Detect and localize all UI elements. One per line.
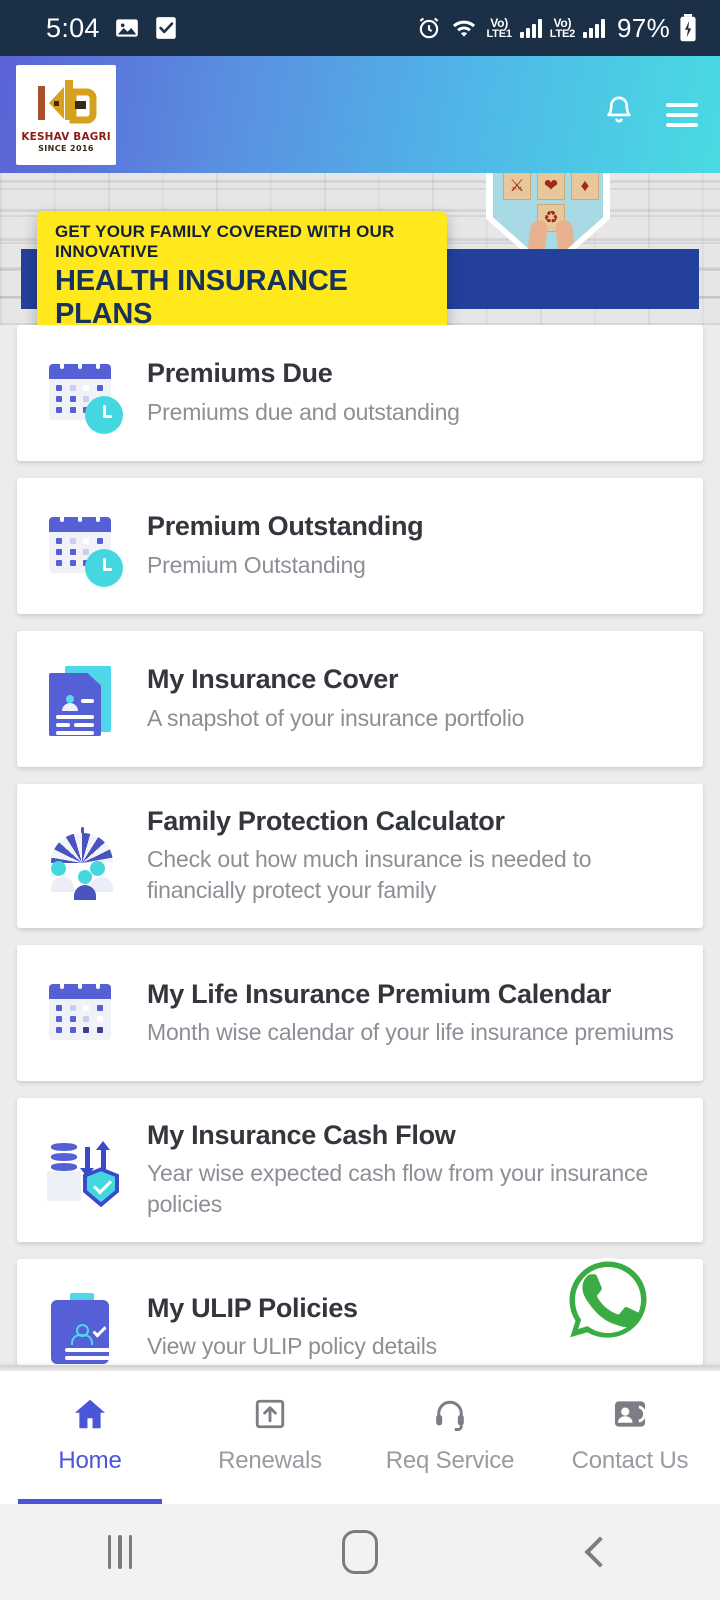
app-header: KESHAV BAGRI SINCE 2016 (0, 56, 720, 173)
battery-icon (678, 14, 698, 42)
card-title: My Life Insurance Premium Calendar (147, 978, 611, 1009)
sim2-signal-icon (583, 18, 606, 38)
status-bar-right: Vo) LTE1 Vo) LTE2 97% (416, 13, 698, 44)
battery-percent: 97% (617, 12, 670, 43)
card-premiums-due[interactable]: Premiums Due Premiums due and outstandin… (17, 325, 703, 461)
status-bar-left: 5:04 (46, 13, 178, 44)
image-icon (114, 15, 140, 41)
app-header-actions (602, 94, 698, 135)
checkbox-icon (154, 15, 178, 41)
umbrella-family-icon (43, 817, 121, 901)
nav-label: Renewals (218, 1447, 322, 1474)
nav-label: Contact Us (571, 1447, 689, 1474)
app-logo[interactable]: KESHAV BAGRI SINCE 2016 (16, 64, 116, 165)
card-desc: Premium Outstanding (147, 551, 366, 578)
bell-icon[interactable] (602, 94, 636, 135)
nav-item-contact-us[interactable]: Contact Us (540, 1365, 720, 1504)
card-desc: Premiums due and outstanding (147, 398, 460, 425)
nav-item-home[interactable]: Home (0, 1365, 180, 1504)
nav-item-renewals[interactable]: Renewals (180, 1365, 360, 1504)
sim1-volte-indicator: Vo) LTE1 (486, 15, 512, 40)
logo-since: SINCE 2016 (38, 144, 94, 153)
calendar-icon (43, 974, 121, 1052)
home-circle-icon[interactable] (315, 1522, 405, 1582)
clipboard-person-check-icon (43, 1288, 121, 1365)
card-title: Premium Outstanding (147, 511, 424, 542)
nav-item-req-service[interactable]: Req Service (360, 1365, 540, 1504)
hamburger-icon[interactable] (666, 102, 698, 127)
nav-label: Req Service (385, 1447, 515, 1474)
card-desc: A snapshot of your insurance portfolio (147, 704, 525, 731)
promo-banner[interactable]: ⚔ ❤ ♦ ♻ GET YOUR FAMILY COVERED WITH OUR… (0, 173, 720, 325)
banner-subtitle: GET YOUR FAMILY COVERED WITH OUR INNOVAT… (55, 222, 395, 261)
card-my-insurance-cover[interactable]: My Insurance Cover A snapshot of your in… (17, 631, 703, 767)
nav-label: Home (58, 1447, 122, 1474)
home-icon (70, 1394, 110, 1434)
contacts-icon (610, 1394, 650, 1434)
whatsapp-icon[interactable] (558, 1250, 658, 1350)
card-my-insurance-cash-flow[interactable]: My Insurance Cash Flow Year wise expecte… (17, 1098, 703, 1243)
sim2-volte-indicator: Vo) LTE2 (549, 15, 576, 40)
logo-name: KESHAV BAGRI (21, 130, 111, 143)
banner-title: HEALTH INSURANCE PLANS (55, 265, 348, 325)
alarm-icon (416, 15, 442, 41)
recents-icon[interactable] (75, 1522, 165, 1582)
stethoscope-icon: ♦ (571, 173, 599, 200)
card-desc: Check out how much insurance is needed t… (147, 846, 592, 904)
card-title: Family Protection Calculator (147, 806, 505, 836)
calendar-clock-icon (43, 354, 123, 434)
document-profile-icon (43, 660, 121, 738)
upload-box-icon (250, 1394, 290, 1434)
calendar-clock-icon (43, 507, 123, 587)
card-family-protection-calculator[interactable]: Family Protection Calculator Check out h… (17, 784, 703, 929)
back-icon[interactable] (555, 1522, 645, 1582)
card-desc: Month wise calendar of your life insuran… (147, 1018, 674, 1045)
heart-icon: ❤ (537, 173, 565, 200)
wifi-icon (450, 16, 478, 40)
sim1-signal-icon (519, 18, 542, 38)
headset-icon (430, 1394, 470, 1434)
card-life-insurance-premium-calendar[interactable]: My Life Insurance Premium Calendar Month… (17, 945, 703, 1082)
cash-flow-shield-icon (43, 1131, 121, 1209)
kb-monogram-icon (34, 76, 98, 130)
android-navigation-bar (0, 1504, 720, 1600)
bottom-navigation: Home Renewals Req Service Contact Us (0, 1365, 720, 1504)
dashboard-card-list[interactable]: Premiums Due Premiums due and outstandin… (0, 325, 720, 1365)
card-premium-outstanding[interactable]: Premium Outstanding Premium Outstanding (17, 478, 703, 614)
banner-callout: GET YOUR FAMILY COVERED WITH OUR INNOVAT… (37, 211, 447, 325)
status-time: 5:04 (46, 12, 100, 43)
card-title: My Insurance Cover (147, 664, 399, 695)
card-title: My Insurance Cash Flow (147, 1120, 456, 1151)
card-title: Premiums Due (147, 358, 333, 389)
phone-screen: 5:04 Vo) LTE1 Vo) LTE2 97% KESHAV BAGRI … (0, 0, 720, 1600)
status-bar: 5:04 Vo) LTE1 Vo) LTE2 97% (0, 0, 720, 56)
card-desc: Year wise expected cash flow from your i… (147, 1160, 648, 1218)
pills-icon: ⚔ (503, 173, 531, 200)
